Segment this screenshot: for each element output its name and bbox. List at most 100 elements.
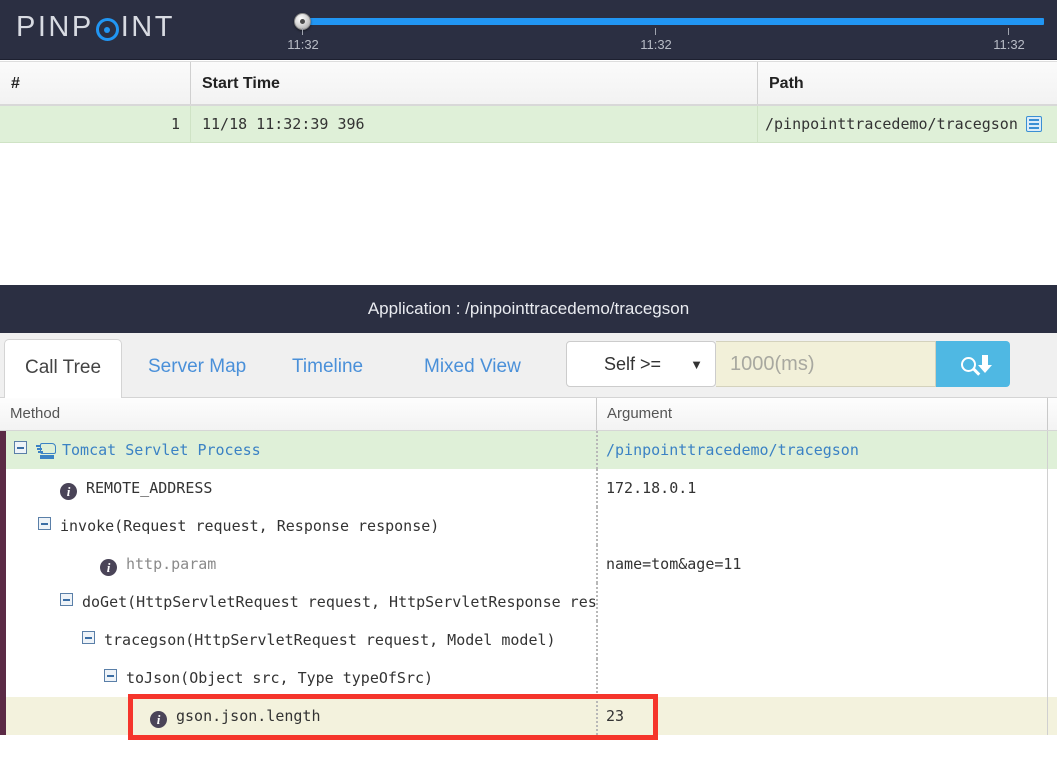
depth-indicator [0,507,6,545]
slider-tick-label: 11:32 [640,37,672,52]
document-list-icon[interactable] [1025,116,1042,132]
slider-track[interactable] [300,18,1044,25]
row-column-divider [1047,659,1048,697]
cell-path-text: /pinpointtracedemo/tracegson [765,115,1018,133]
method-label: gson.json.length [176,707,321,725]
column-header-index[interactable]: # [0,62,190,106]
cell-path: /pinpointtracedemo/tracegson [765,106,1042,142]
search-icon [961,356,976,372]
row-column-divider [596,621,598,659]
collapse-toggle-icon[interactable] [82,631,95,644]
row-column-divider [1047,583,1048,621]
column-header-method[interactable]: Method [0,398,596,430]
row-column-divider [596,545,598,583]
call-tree-header: Method Argument [0,398,1057,431]
slider-tick-label: 11:32 [287,37,319,52]
call-tree-method: i gson.json.length [150,697,321,735]
info-icon: i [150,711,167,728]
cell-start-time: 11/18 11:32:39 396 [202,115,365,133]
tab-server-map[interactable]: Server Map [128,339,266,397]
row-column-divider [1047,545,1048,583]
call-tree-argument: name=tom&age=11 [606,555,742,573]
call-tree-method: toJson(Object src, Type typeOfSrc) [104,659,433,697]
depth-indicator [0,659,6,697]
column-header-start-time[interactable]: Start Time [191,62,757,106]
application-title: Application : /pinpointtracedemo/tracegs… [367,299,690,318]
logo-text-right: INT [120,11,175,43]
filter-threshold-input[interactable]: 1000(ms) [716,341,936,387]
row-column-divider [1047,469,1048,507]
row-column-divider [596,507,598,545]
row-column-divider [596,697,598,735]
row-column-divider [1047,621,1048,659]
row-column-divider [596,659,598,697]
call-tree-argument: 172.18.0.1 [606,479,697,497]
collapse-toggle-icon[interactable] [104,669,117,682]
method-label: invoke(Request request, Response respons… [60,517,440,535]
row-column-divider [596,431,598,469]
collapse-toggle-icon[interactable] [60,593,73,606]
chevron-down-icon: ▼ [690,356,703,372]
filter-type-select[interactable]: Self >= ▼ [566,341,716,387]
tab-call-tree[interactable]: Call Tree [4,339,123,399]
call-tree-method: Tomcat Servlet Process [14,431,261,469]
call-tree-method: tracegson(HttpServletRequest request, Mo… [82,621,556,659]
slider-tick [302,28,303,35]
slider-tick-label: 11:32 [993,37,1025,52]
tomcat-icon [36,442,56,457]
time-range-slider[interactable]: 11:32 11:32 11:32 [287,13,1044,56]
call-tree-row[interactable]: Tomcat Servlet Process /pinpointtracedem… [0,431,1057,469]
pinpoint-logo[interactable]: PINP INT [16,11,175,44]
method-label: Tomcat Servlet Process [62,441,261,459]
collapse-toggle-icon[interactable] [38,517,51,530]
call-tree-method: invoke(Request request, Response respons… [38,507,439,545]
row-column-divider [1047,431,1048,469]
trace-list-table: # Start Time Path 1 11/18 11:32:39 396 /… [0,61,1057,285]
row-column-divider [596,469,598,507]
depth-indicator [0,469,6,507]
call-tree-row[interactable]: tracegson(HttpServletRequest request, Mo… [0,621,1057,659]
call-tree-panel: Method Argument Tomcat Servlet Process /… [0,398,1057,757]
method-label: tracegson(HttpServletRequest request, Mo… [104,631,556,649]
slider-tick [1008,28,1009,35]
call-tree-argument: 23 [606,707,625,725]
collapse-toggle-icon[interactable] [14,441,27,454]
row-column-divider [1047,507,1048,545]
info-icon: i [100,559,117,576]
column-header-path[interactable]: Path [758,62,1057,106]
call-tree-argument: /pinpointtracedemo/tracegson [606,441,859,459]
method-label: REMOTE_ADDRESS [86,479,213,497]
row-divider [190,106,191,142]
call-tree-method: i REMOTE_ADDRESS [60,469,212,507]
search-button[interactable] [936,341,1010,387]
info-icon: i [60,483,77,500]
depth-indicator [0,621,6,659]
depth-indicator [0,545,6,583]
method-label: doGet(HttpServletRequest request, HttpSe… [82,593,597,611]
call-tree-method: i http.param [100,545,216,583]
column-header-argument[interactable]: Argument [597,398,1047,430]
depth-indicator [0,583,6,621]
depth-indicator [0,697,6,735]
row-column-divider [1047,697,1048,735]
method-label: toJson(Object src, Type typeOfSrc) [126,669,434,687]
call-tree-row[interactable]: doGet(HttpServletRequest request, HttpSe… [0,583,1057,621]
trace-table-header: # Start Time Path [0,61,1057,106]
depth-indicator [0,431,6,469]
application-title-bar: Application : /pinpointtracedemo/tracegs… [0,285,1057,333]
tab-mixed-view[interactable]: Mixed View [404,339,541,397]
top-navigation-bar: PINP INT 11:32 11:32 11:32 [0,0,1057,60]
call-tree-row-highlighted[interactable]: i gson.json.length 23 [0,697,1057,735]
call-tree-row[interactable]: i REMOTE_ADDRESS 172.18.0.1 [0,469,1057,507]
call-tree-row[interactable]: invoke(Request request, Response respons… [0,507,1057,545]
call-tree-row[interactable]: toJson(Object src, Type typeOfSrc) [0,659,1057,697]
row-divider [757,106,758,142]
tab-timeline[interactable]: Timeline [272,339,383,397]
pinpoint-o-icon [95,18,119,41]
method-label: http.param [126,555,217,573]
column-divider[interactable] [1047,398,1048,430]
filter-type-value: Self >= [604,353,662,374]
cell-index: 1 [170,115,180,133]
table-row[interactable]: 1 11/18 11:32:39 396 /pinpointtracedemo/… [0,106,1057,143]
call-tree-row[interactable]: i http.param name=tom&age=11 [0,545,1057,583]
